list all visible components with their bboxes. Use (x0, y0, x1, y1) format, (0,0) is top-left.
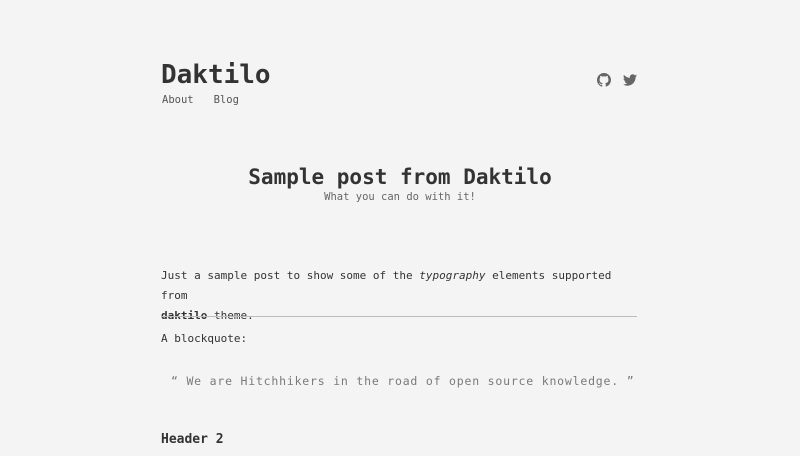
main-nav: About Blog (162, 93, 259, 107)
github-icon[interactable] (597, 73, 611, 87)
header-2: Header 2 (161, 432, 224, 447)
social-links (597, 73, 637, 87)
post-intro: Just a sample post to show some of the t… (161, 266, 637, 326)
intro-emphasis: typography (419, 269, 486, 282)
nav-about-link[interactable]: About (162, 94, 194, 106)
intro-text-1: Just a sample post to show some of the (161, 269, 420, 282)
intro-paragraph: Just a sample post to show some of the t… (161, 266, 637, 326)
post-subtitle: What you can do with it! (324, 191, 476, 203)
post-title: Sample post from Daktilo (248, 165, 552, 189)
post-header: Sample post from Daktilo What you can do… (0, 163, 800, 203)
blockquote: “ We are Hitchhikers in the road of open… (171, 374, 635, 388)
horizontal-rule (161, 316, 637, 317)
twitter-icon[interactable] (623, 73, 637, 87)
site-title[interactable]: Daktilo (161, 58, 271, 92)
blockquote-label: A blockquote: (161, 332, 248, 345)
nav-blog-link[interactable]: Blog (214, 94, 239, 106)
